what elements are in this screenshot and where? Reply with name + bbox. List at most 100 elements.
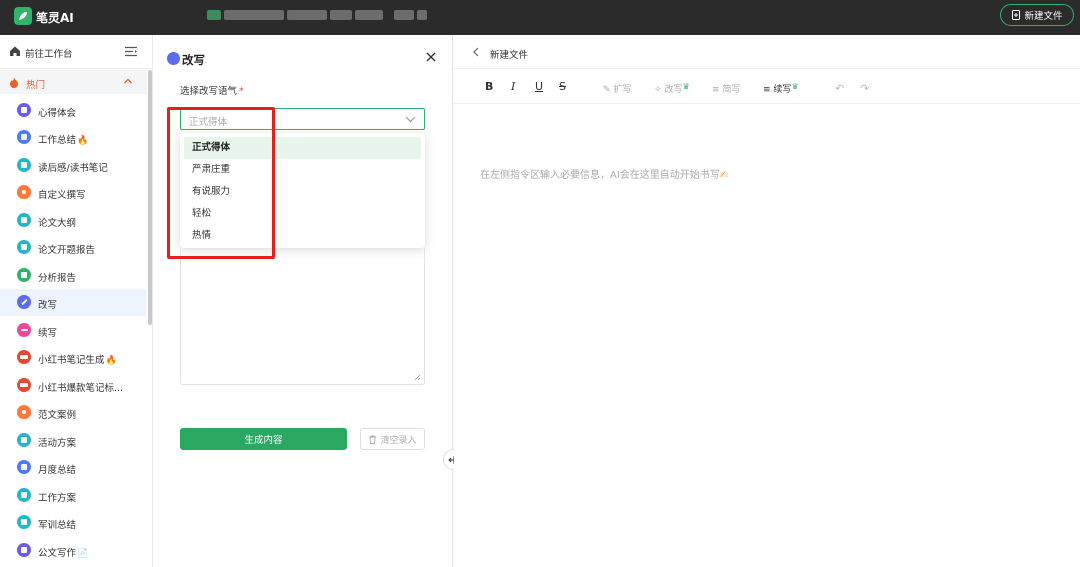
sidebar-item-military-training[interactable]: 军训总结	[0, 509, 146, 536]
redo-icon[interactable]: ↷	[860, 82, 869, 95]
sidebar-item-official-writing[interactable]: 公文写作📄	[0, 537, 146, 564]
new-file-icon	[1012, 10, 1021, 20]
resize-grip-icon[interactable]	[414, 374, 421, 381]
plan-icon	[17, 433, 31, 447]
simplify-label: 简写	[722, 85, 741, 95]
content-textarea[interactable]	[180, 248, 425, 385]
clear-input-button[interactable]: 清空录入	[360, 428, 425, 450]
home-icon	[10, 46, 20, 56]
tone-field-label: 选择改写语气 *	[180, 83, 244, 97]
strikethrough-button[interactable]: S	[559, 80, 566, 93]
editor-header: 新建文件	[454, 35, 1080, 69]
report-icon	[17, 240, 31, 254]
chart-icon	[17, 268, 31, 282]
sidebar-item-xiaohongshu-titles[interactable]: 小红书爆款笔记标...	[0, 372, 146, 399]
sidebar-item-reading-notes[interactable]: 读后感/读书笔记	[0, 152, 146, 179]
summary-icon	[17, 515, 31, 529]
rewrite-icon	[167, 52, 180, 65]
sidebar-item-label: 月度总结	[38, 465, 77, 476]
sidebar-item-label: 军训总结	[38, 520, 77, 531]
simplify-button[interactable]: ≡ 简写	[712, 82, 740, 95]
xiaohongshu-icon	[17, 378, 31, 392]
sidebar-item-xiaohongshu-notes[interactable]: 小红书笔记生成🔥	[0, 344, 146, 371]
required-mark: *	[239, 86, 244, 97]
hot-section-label: 热门	[26, 80, 46, 91]
expand-icon: ✎	[603, 85, 611, 95]
bold-button[interactable]: B	[485, 80, 493, 93]
crown-icon: ♛	[682, 82, 690, 91]
undo-icon[interactable]: ↶	[835, 82, 844, 95]
sidebar-item-label: 范文案例	[38, 410, 77, 421]
sidebar-item-label: 小红书笔记生成	[38, 355, 105, 366]
italic-button[interactable]: I	[511, 80, 515, 93]
document-icon	[17, 543, 31, 557]
sidebar-item-thesis-outline[interactable]: 论文大纲	[0, 207, 146, 234]
top-bar: 笔灵AI 新建文件	[0, 0, 1080, 35]
sidebar-item-label: 自定义撰写	[38, 190, 86, 201]
continue-button[interactable]: ≡ 续写♛	[763, 82, 799, 95]
flame-icon	[10, 77, 18, 88]
sidebar: 前往工作台 热门 心得体会 工作总结🔥 读后感/读书笔记 自定义撰写 论文大纲 …	[0, 35, 153, 567]
underline-button[interactable]: U	[535, 80, 543, 93]
briefcase-icon	[17, 130, 31, 144]
sidebar-item-rewrite[interactable]: 改写	[0, 289, 146, 316]
sidebar-item-sample-essays[interactable]: 范文案例	[0, 399, 146, 426]
hot-section-header[interactable]: 热门	[0, 70, 147, 94]
hot-fire-icon: 🔥	[105, 356, 117, 366]
sidebar-item-work-summary[interactable]: 工作总结🔥	[0, 124, 146, 151]
expand-label: 扩写	[613, 85, 632, 95]
sidebar-item-label: 公文写作	[38, 548, 77, 559]
plan-icon	[17, 488, 31, 502]
outline-icon	[17, 213, 31, 227]
sidebar-item-custom-writing[interactable]: 自定义撰写	[0, 179, 146, 206]
file-title[interactable]: 新建文件	[490, 47, 528, 61]
simplify-icon: ≡	[712, 85, 720, 95]
continue-label: 续写	[773, 85, 792, 95]
xiaohongshu-icon	[17, 350, 31, 364]
workspace-link[interactable]: 前往工作台	[0, 35, 153, 69]
magic-wand-icon: ✧	[654, 85, 662, 95]
flame-icon	[17, 405, 31, 419]
sidebar-item-work-plan[interactable]: 工作方案	[0, 482, 146, 509]
collapse-menu-icon[interactable]	[125, 46, 137, 57]
sidebar-item-proposal-report[interactable]: 论文开题报告	[0, 234, 146, 261]
redacted-info	[207, 10, 427, 22]
sidebar-item-monthly-summary[interactable]: 月度总结	[0, 454, 146, 481]
tone-field-label-text: 选择改写语气	[180, 86, 238, 97]
app-title: 笔灵AI	[36, 11, 74, 25]
rewrite-label: 改写	[664, 85, 683, 95]
chevron-up-icon[interactable]	[123, 77, 133, 85]
chevron-down-icon	[405, 116, 416, 123]
sidebar-item-analysis-report[interactable]: 分析报告	[0, 262, 146, 289]
sidebar-item-event-plan[interactable]: 活动方案	[0, 427, 146, 454]
workspace-label: 前往工作台	[25, 49, 73, 60]
app-logo-icon[interactable]	[14, 7, 32, 25]
pen-icon	[17, 323, 31, 337]
sidebar-item-xinde[interactable]: 心得体会	[0, 97, 146, 124]
back-arrow-icon[interactable]	[472, 47, 479, 57]
editor-toolbar: B I U S ✎ 扩写 ✧ 改写♛ ≡ 简写 ≡ 续写♛ ↶ ↷	[454, 70, 1080, 104]
sidebar-item-label: 论文大纲	[38, 218, 77, 229]
sidebar-item-label: 读后感/读书笔记	[38, 163, 108, 174]
expand-button[interactable]: ✎ 扩写	[603, 82, 631, 95]
sidebar-item-label: 心得体会	[38, 108, 77, 119]
sidebar-item-continue[interactable]: 续写	[0, 317, 146, 344]
highlight-annotation-box	[167, 107, 275, 259]
rewrite-button[interactable]: ✧ 改写♛	[654, 82, 690, 95]
generate-button[interactable]: 生成内容	[180, 428, 347, 450]
writing-hand-icon: ✍	[719, 170, 729, 181]
briefcase-icon	[17, 460, 31, 474]
clear-input-label: 清空录入	[380, 435, 417, 446]
new-file-label: 新建文件	[1024, 11, 1063, 22]
new-file-button[interactable]: 新建文件	[1000, 4, 1074, 26]
trash-icon	[369, 435, 377, 444]
sidebar-item-label: 小红书爆款笔记标...	[38, 383, 124, 394]
sidebar-scrollbar[interactable]	[148, 70, 152, 325]
editor-placeholder[interactable]: 在左侧指令区输入必要信息，AI会在这里自动开始书写✍	[480, 166, 728, 181]
editor-area: 新建文件 B I U S ✎ 扩写 ✧ 改写♛ ≡ 简写 ≡ 续写♛ ↶ ↷ 在…	[454, 35, 1080, 567]
document-icon	[17, 103, 31, 117]
sidebar-item-label: 论文开题报告	[38, 245, 96, 256]
close-icon[interactable]	[425, 51, 437, 63]
magic-wand-icon	[17, 295, 31, 309]
sidebar-item-label: 改写	[38, 300, 58, 311]
